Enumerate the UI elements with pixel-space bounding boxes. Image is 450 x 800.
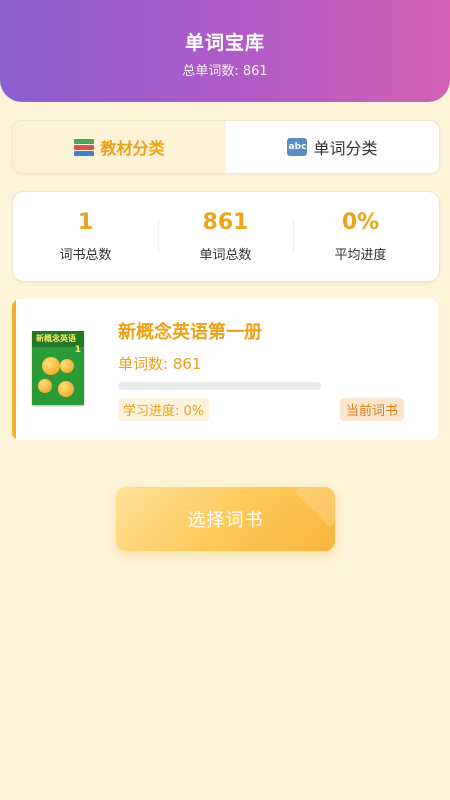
tab-textbook-category[interactable]: 教材分类: [13, 121, 226, 173]
current-book-badge: 当前词书: [340, 398, 405, 421]
book-cover-image: 新概念英语 1: [32, 331, 84, 405]
book-card[interactable]: 新概念英语 1 新概念英语第一册 单词数: 861 学习进度: 0% 当前词书: [12, 299, 438, 440]
cover-volume: 1: [74, 345, 81, 355]
stat-word-total: 861 单词总数: [158, 192, 293, 281]
cover-title: 新概念英语: [36, 334, 76, 343]
select-book-label: 选择词书: [187, 510, 264, 531]
book-word-count: 单词数: 861: [118, 355, 202, 373]
book-card-accent: [12, 299, 16, 440]
tab-word-category[interactable]: abc 单词分类: [226, 121, 439, 173]
stats-card: 1 词书总数 861 单词总数 0% 平均进度: [12, 191, 440, 282]
stat-label: 单词总数: [199, 248, 252, 263]
abc-icon: abc: [287, 138, 308, 156]
select-book-button[interactable]: 选择词书: [116, 487, 335, 551]
header: 单词宝库 总单词数: 861: [0, 0, 450, 102]
stat-value: 861: [202, 210, 249, 235]
tab-word-label: 单词分类: [313, 139, 378, 158]
tab-textbook-label: 教材分类: [100, 139, 165, 158]
book-title: 新概念英语第一册: [118, 322, 262, 343]
progress-bar: [118, 382, 321, 390]
page-title: 单词宝库: [184, 32, 265, 54]
stat-value: 0%: [341, 210, 380, 235]
books-icon: [74, 138, 95, 156]
stat-book-total: 1 词书总数: [13, 192, 158, 281]
progress-label: 学习进度: 0%: [118, 398, 210, 421]
category-tabs: 教材分类 abc 单词分类: [12, 120, 440, 174]
total-words-subtitle: 总单词数: 861: [182, 64, 268, 79]
stat-label: 平均进度: [334, 248, 387, 263]
stat-label: 词书总数: [59, 248, 112, 263]
stat-average-progress: 0% 平均进度: [293, 192, 428, 281]
stat-value: 1: [77, 210, 94, 235]
